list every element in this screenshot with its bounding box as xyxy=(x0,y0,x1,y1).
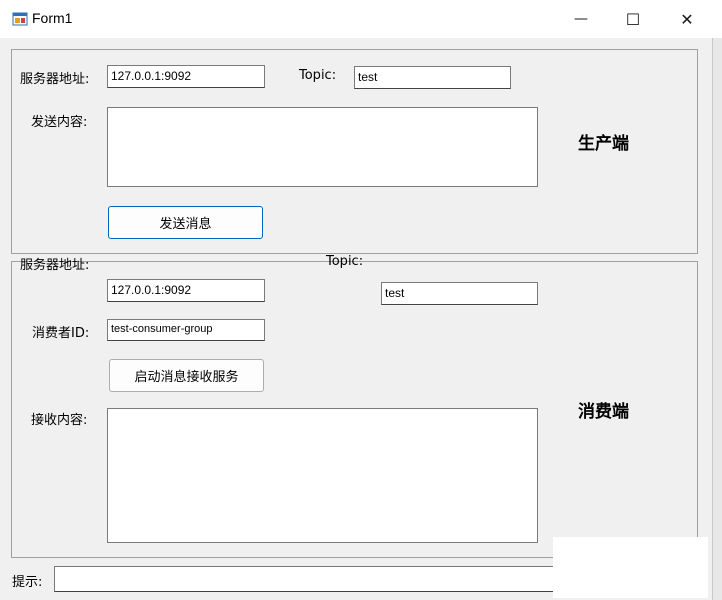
close-button[interactable]: ✕ xyxy=(664,0,710,38)
hint-input[interactable] xyxy=(54,566,554,592)
hint-label: 提示: xyxy=(12,575,43,590)
producer-section-title: 生产端 xyxy=(578,134,629,154)
minimize-button[interactable]: — xyxy=(558,0,604,38)
producer-topic-label: Topic: xyxy=(299,68,337,83)
consumer-section-title: 消费端 xyxy=(578,402,629,422)
overlay-patch xyxy=(553,537,708,598)
consumer-topic-input[interactable]: test xyxy=(381,282,538,305)
minimize-icon: — xyxy=(574,11,588,27)
app-window-icon xyxy=(12,11,28,27)
receive-content-label: 接收内容: xyxy=(31,413,88,428)
close-icon: ✕ xyxy=(680,9,694,29)
producer-server-input[interactable]: 127.0.0.1:9092 xyxy=(107,65,265,88)
consumer-id-label: 消费者ID: xyxy=(32,326,90,341)
maximize-button[interactable]: ☐ xyxy=(610,0,656,38)
producer-topic-input[interactable]: test xyxy=(354,66,511,89)
producer-server-label: 服务器地址: xyxy=(20,72,90,87)
start-receive-service-button[interactable]: 启动消息接收服务 xyxy=(109,359,264,392)
consumer-server-input[interactable]: 127.0.0.1:9092 xyxy=(107,279,265,302)
consumer-server-label: 服务器地址: xyxy=(20,258,90,273)
title-bar: Form1 — ☐ ✕ xyxy=(0,0,722,38)
send-message-button[interactable]: 发送消息 xyxy=(108,206,263,239)
window-title: Form1 xyxy=(32,10,73,26)
maximize-icon: ☐ xyxy=(625,9,641,29)
send-content-label: 发送内容: xyxy=(31,115,88,130)
consumer-id-input[interactable]: test-consumer-group xyxy=(107,319,265,341)
send-content-textarea[interactable] xyxy=(107,107,538,187)
form-body: 服务器地址: 127.0.0.1:9092 Topic: test 发送内容: … xyxy=(0,38,712,600)
receive-content-textarea[interactable] xyxy=(107,408,538,543)
consumer-topic-label: Topic: xyxy=(326,254,364,269)
window-edge xyxy=(712,38,722,600)
